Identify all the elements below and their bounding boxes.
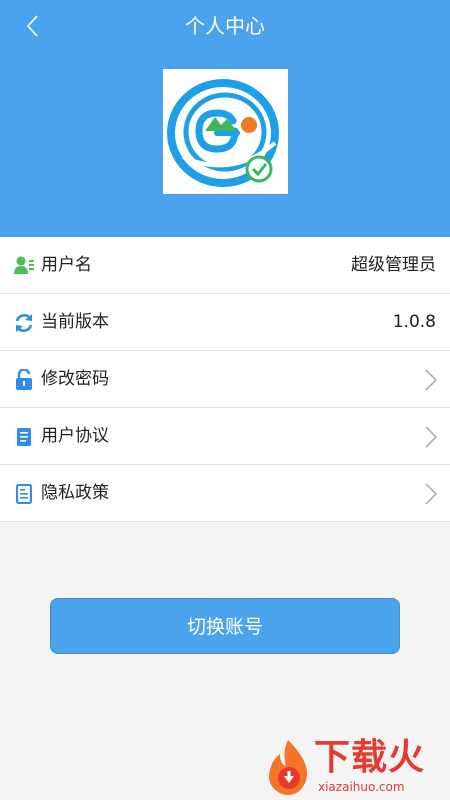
document-icon xyxy=(17,428,31,446)
app-logo-icon xyxy=(167,79,279,187)
row-label: 修改密码 xyxy=(41,369,109,389)
username-value: 超级管理员 xyxy=(351,255,436,275)
row-label: 用户协议 xyxy=(41,426,109,446)
row-version: 当前版本 1.0.8 xyxy=(0,294,450,351)
header-bar: 个人中心 xyxy=(0,0,450,237)
policy-document-icon xyxy=(16,484,32,504)
row-label: 用户名 xyxy=(41,255,92,275)
settings-list: 用户名 超级管理员 当前版本 1.0.8 修改密码 用户协议 隐私政策 xyxy=(0,237,450,522)
chevron-right-icon xyxy=(425,426,438,448)
chevron-right-icon xyxy=(425,369,438,391)
row-user-agreement[interactable]: 用户协议 xyxy=(0,408,450,465)
page-title: 个人中心 xyxy=(185,14,265,38)
row-username: 用户名 超级管理员 xyxy=(0,237,450,294)
chevron-right-icon xyxy=(425,483,438,505)
watermark-brand: 下载火 xyxy=(314,737,426,778)
row-label: 隐私政策 xyxy=(41,483,109,503)
version-value: 1.0.8 xyxy=(392,312,436,332)
row-privacy-policy[interactable]: 隐私政策 xyxy=(0,465,450,522)
lock-icon xyxy=(16,369,32,390)
flame-logo-icon xyxy=(269,740,307,795)
watermark: 下载火 xiazaihuo.com xyxy=(262,736,448,798)
avatar xyxy=(163,69,288,194)
refresh-icon xyxy=(15,314,33,332)
watermark-url: xiazaihuo.com xyxy=(318,780,405,794)
user-icon xyxy=(14,256,34,274)
switch-account-button[interactable]: 切换账号 xyxy=(50,598,400,654)
row-label: 当前版本 xyxy=(41,312,109,332)
row-change-password[interactable]: 修改密码 xyxy=(0,351,450,408)
